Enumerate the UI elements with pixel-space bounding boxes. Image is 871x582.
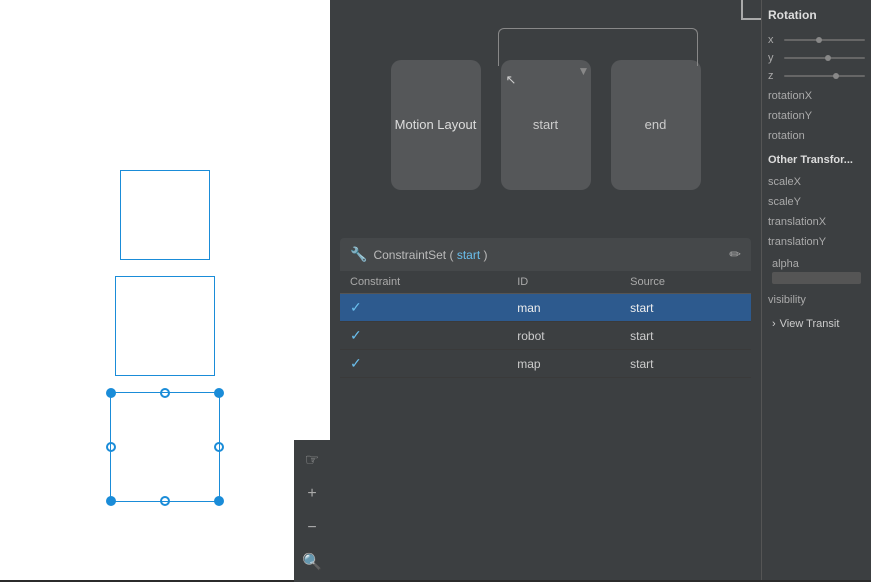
constraint-edit-button[interactable]: ✏ <box>729 246 741 263</box>
zoom-tool-button[interactable]: 🔍 <box>296 546 328 578</box>
rotation-x-label: x <box>768 34 780 46</box>
corner-indicator <box>741 0 761 20</box>
handle-mr[interactable] <box>214 442 224 452</box>
table-row[interactable]: ✓ robot start <box>340 322 751 350</box>
rotation-z-slider[interactable] <box>784 75 865 77</box>
rotation-y-row: y <box>768 52 865 64</box>
view-transit-arrow: › <box>772 318 776 330</box>
handle-br[interactable] <box>214 496 224 506</box>
motion-diagram: ▼ ↖ Motion Layout start end <box>330 0 761 230</box>
row-source: start <box>620 294 751 322</box>
col-constraint: Constraint <box>340 271 507 294</box>
row-source: start <box>620 322 751 350</box>
canvas-box-1 <box>120 170 210 260</box>
canvas-box-2 <box>115 276 215 376</box>
row-id: map <box>507 350 620 378</box>
constraint-header: 🔧 ConstraintSet ( start ) ✏ <box>340 238 751 271</box>
other-transforms-title: Other Transfor... <box>768 154 865 166</box>
translationX-label: translationX <box>768 214 865 230</box>
rotation-z-row: z <box>768 70 865 82</box>
canvas-area <box>20 20 310 502</box>
row-check: ✓ <box>340 322 507 350</box>
scaleX-label: scaleX <box>768 174 865 190</box>
constraint-title: 🔧 ConstraintSet ( start ) <box>350 246 488 263</box>
rotation-x-row: x <box>768 34 865 46</box>
rotation-title: Rotation <box>768 8 865 26</box>
alpha-row: alpha <box>768 254 865 284</box>
handle-tl[interactable] <box>106 388 116 398</box>
rotation-y-label: y <box>768 52 780 64</box>
left-canvas-panel: ☞ + − 🔍 <box>0 0 330 580</box>
hand-tool-button[interactable]: ☞ <box>296 444 328 476</box>
rotation-x-slider[interactable] <box>784 39 865 41</box>
handle-tr[interactable] <box>214 388 224 398</box>
row-source: start <box>620 350 751 378</box>
constraint-icon: 🔧 <box>350 246 367 263</box>
rotation-y-slider[interactable] <box>784 57 865 59</box>
canvas-toolbar: ☞ + − 🔍 <box>294 440 330 582</box>
remove-tool-button[interactable]: − <box>296 512 328 544</box>
motion-layout-node[interactable]: Motion Layout <box>391 60 481 190</box>
col-id: ID <box>507 271 620 294</box>
row-check: ✓ <box>340 294 507 322</box>
diagram-nodes: Motion Layout start end <box>391 60 701 190</box>
rotation-z-label: z <box>768 70 780 82</box>
handle-bm[interactable] <box>160 496 170 506</box>
constraint-set-label: ConstraintSet ( start ) <box>373 248 487 262</box>
view-transit-label: View Transit <box>780 318 840 330</box>
row-id: robot <box>507 322 620 350</box>
row-id: man <box>507 294 620 322</box>
constraint-paren-close: ) <box>484 248 488 262</box>
translationY-label: translationY <box>768 234 865 250</box>
rotationX-label: rotationX <box>768 88 865 104</box>
scaleY-label: scaleY <box>768 194 865 210</box>
col-source: Source <box>620 271 751 294</box>
table-row[interactable]: ✓ map start <box>340 350 751 378</box>
cursor-indicator: ↖ <box>506 72 517 88</box>
table-row[interactable]: ✓ man start <box>340 294 751 322</box>
rotationY-label: rotationY <box>768 108 865 124</box>
constraint-section: 🔧 ConstraintSet ( start ) ✏ Constraint I… <box>340 238 751 580</box>
handle-ml[interactable] <box>106 442 116 452</box>
add-tool-button[interactable]: + <box>296 478 328 510</box>
connector-line <box>498 28 698 66</box>
alpha-label: alpha <box>768 254 865 272</box>
rotation-label: rotation <box>768 128 865 144</box>
view-transit-button[interactable]: › View Transit <box>768 312 865 336</box>
constraint-paren-open: ( <box>449 248 456 262</box>
handle-tm[interactable] <box>160 388 170 398</box>
connector-arrow: ▼ <box>578 64 590 78</box>
canvas-box-3 <box>110 392 220 502</box>
constraint-table: Constraint ID Source ✓ man start ✓ robot… <box>340 271 751 378</box>
visibility-label: visibility <box>768 292 865 308</box>
main-content: ▼ ↖ Motion Layout start end 🔧 Constraint… <box>330 0 761 580</box>
end-node[interactable]: end <box>611 60 701 190</box>
alpha-bar[interactable] <box>772 272 861 284</box>
row-check: ✓ <box>340 350 507 378</box>
handle-bl[interactable] <box>106 496 116 506</box>
right-panel: Rotation x y z rotationX rotationY rotat… <box>761 0 871 580</box>
